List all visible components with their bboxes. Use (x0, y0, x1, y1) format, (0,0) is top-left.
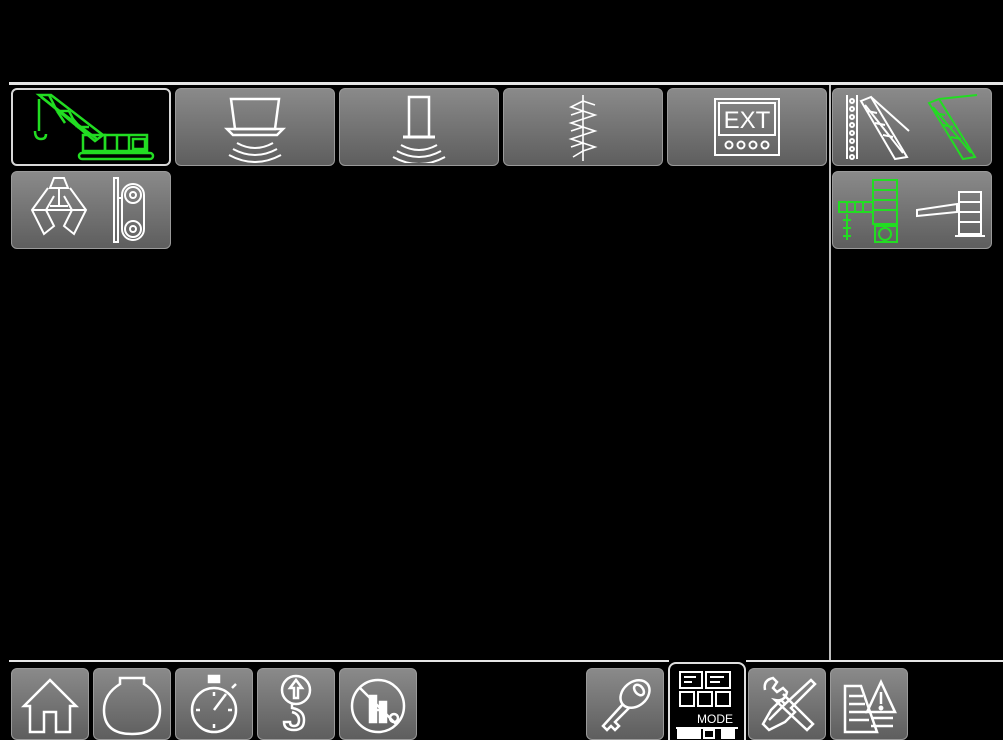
diaphragm-wall-icon (392, 95, 446, 163)
counterweight-config-icon (838, 179, 985, 243)
service-tools-button[interactable] (748, 668, 826, 740)
ext-mode-button[interactable]: EXT (667, 88, 827, 166)
winch-drum-icon (113, 177, 145, 243)
stopwatch-icon (190, 674, 238, 734)
auger-drill-icon (568, 95, 598, 161)
lift-limit-disabled-icon (350, 678, 406, 734)
clamshell-winch-mode-button[interactable] (11, 171, 171, 249)
access-key-button[interactable] (586, 668, 664, 740)
crawler-crane-mode-button[interactable] (11, 88, 171, 166)
hook-button[interactable] (257, 668, 335, 740)
diaphragm-wall-mode-button[interactable] (339, 88, 499, 166)
bottom-divider-right (746, 660, 1003, 662)
hook-icon (280, 674, 312, 732)
home-icon (20, 678, 80, 734)
slurry-wall-grab-icon (223, 97, 287, 163)
bottom-divider-left (9, 660, 669, 662)
lift-limit-button[interactable] (339, 668, 417, 740)
engine-icon (102, 676, 162, 736)
boom-configuration-button[interactable] (832, 88, 992, 166)
warnings-button[interactable] (830, 668, 908, 740)
mode-label: MODE (697, 712, 733, 726)
slurry-wall-mode-button[interactable] (175, 88, 335, 166)
counterweight-configuration-button[interactable] (832, 171, 992, 249)
engine-button[interactable] (93, 668, 171, 740)
key-icon (601, 678, 651, 732)
ext-panel-icon: EXT (714, 98, 780, 156)
clamshell-grab-icon (30, 177, 88, 236)
crawler-crane-icon (33, 93, 155, 161)
top-divider (9, 82, 1003, 85)
mode-button[interactable]: MODE (668, 662, 746, 740)
mode-icon (676, 671, 738, 739)
home-button[interactable] (11, 668, 89, 740)
auger-drilling-mode-button[interactable] (503, 88, 663, 166)
ext-label: EXT (724, 107, 771, 134)
warning-list-icon (843, 679, 897, 734)
timer-button[interactable] (175, 668, 253, 740)
boom-config-icon (846, 94, 978, 161)
tools-icon (761, 676, 817, 732)
right-panel-divider (829, 85, 831, 661)
